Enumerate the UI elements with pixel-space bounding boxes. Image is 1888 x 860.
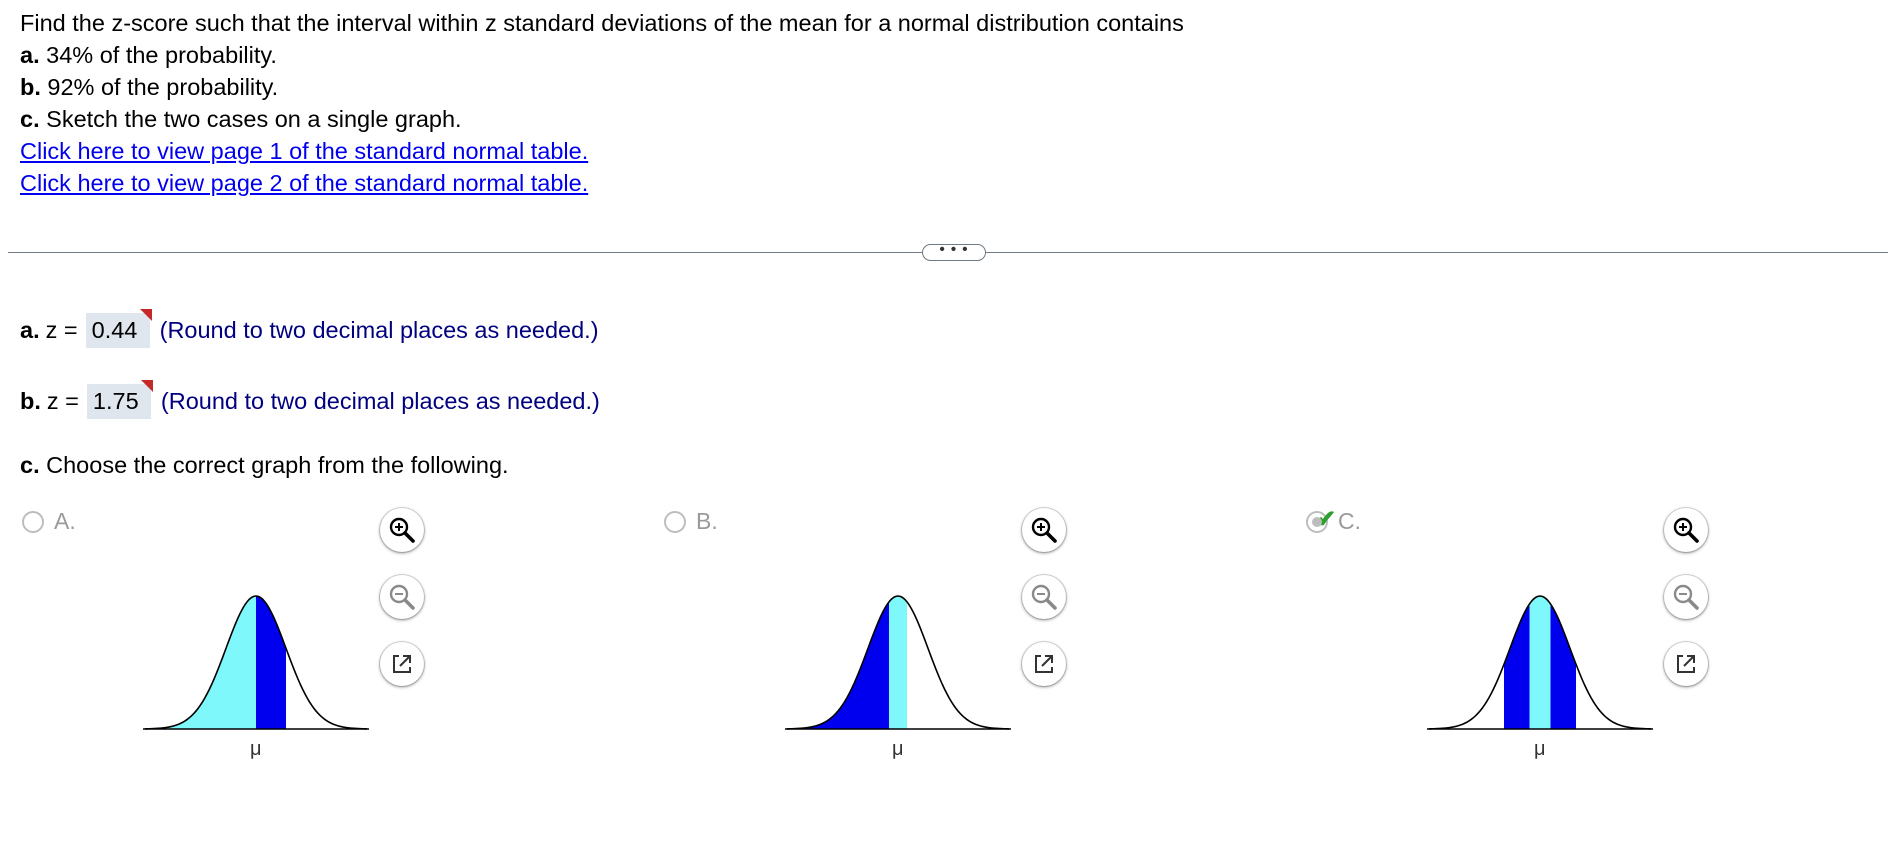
correct-check-icon: ✔ bbox=[1316, 505, 1337, 533]
option-b-mu-label: μ bbox=[892, 738, 904, 760]
expand-divider-button[interactable]: • • • bbox=[922, 242, 986, 261]
option-c-light-region bbox=[1529, 596, 1551, 729]
open-external-icon bbox=[393, 655, 411, 673]
zoom-in-icon bbox=[1031, 517, 1057, 543]
option-c-open-button[interactable] bbox=[1664, 642, 1708, 686]
option-a-zoom-in-button[interactable] bbox=[380, 508, 424, 552]
question-part-b: b. 92% of the probability. bbox=[20, 74, 279, 100]
option-c-dark-right-region bbox=[1550, 603, 1576, 729]
option-b[interactable]: B. bbox=[664, 508, 718, 535]
option-a-radio[interactable] bbox=[22, 510, 44, 533]
option-a[interactable]: A. bbox=[22, 508, 76, 535]
incorrect-flag-icon bbox=[139, 309, 152, 321]
option-c-dark-left-region bbox=[1504, 603, 1530, 729]
answer-a-field[interactable]: 0.44 bbox=[85, 309, 152, 348]
question-part-a: a. 34% of the probability. bbox=[20, 42, 277, 68]
zoom-out-icon bbox=[1031, 584, 1057, 610]
question-prompt: Find the z-score such that the interval … bbox=[20, 10, 1184, 36]
option-b-light-region bbox=[889, 596, 907, 729]
zoom-in-icon bbox=[1673, 517, 1699, 543]
option-b-zoom-out-button[interactable] bbox=[1022, 575, 1066, 619]
option-c-graph bbox=[1427, 595, 1653, 730]
option-c-zoom-out-button[interactable] bbox=[1664, 575, 1708, 619]
normal-table-page2-link[interactable]: Click here to view page 2 of the standar… bbox=[20, 170, 588, 196]
option-a-mu-label: μ bbox=[250, 738, 262, 760]
option-b-radio[interactable] bbox=[664, 510, 686, 533]
answer-b-field[interactable]: 1.75 bbox=[86, 380, 153, 419]
option-b-open-button[interactable] bbox=[1022, 642, 1066, 686]
option-a-open-button[interactable] bbox=[380, 642, 424, 686]
option-c-radio[interactable]: ✔ bbox=[1306, 506, 1336, 533]
incorrect-flag-icon bbox=[140, 380, 153, 392]
part-c-prompt: c. Choose the correct graph from the fol… bbox=[20, 452, 509, 478]
answer-row-a: a. z = 0.44 (Round to two decimal places… bbox=[20, 309, 599, 348]
open-external-icon bbox=[1035, 655, 1053, 673]
option-b-zoom-in-button[interactable] bbox=[1022, 508, 1066, 552]
option-a-graph bbox=[143, 595, 369, 730]
question-block: Find the z-score such that the interval … bbox=[20, 7, 1184, 199]
zoom-in-icon bbox=[389, 517, 415, 543]
option-a-dark-region bbox=[256, 596, 286, 729]
zoom-out-icon bbox=[1673, 584, 1699, 610]
answer-row-b: b. z = 1.75 (Round to two decimal places… bbox=[20, 380, 600, 419]
option-c-zoom-in-button[interactable] bbox=[1664, 508, 1708, 552]
option-c[interactable]: ✔ C. bbox=[1306, 506, 1361, 535]
option-a-zoom-out-button[interactable] bbox=[380, 575, 424, 619]
option-b-graph bbox=[785, 595, 1011, 730]
normal-table-page1-link[interactable]: Click here to view page 1 of the standar… bbox=[20, 138, 588, 164]
zoom-out-icon bbox=[389, 584, 415, 610]
open-external-icon bbox=[1677, 655, 1695, 673]
question-part-c: c. Sketch the two cases on a single grap… bbox=[20, 106, 462, 132]
option-c-mu-label: μ bbox=[1534, 738, 1546, 760]
